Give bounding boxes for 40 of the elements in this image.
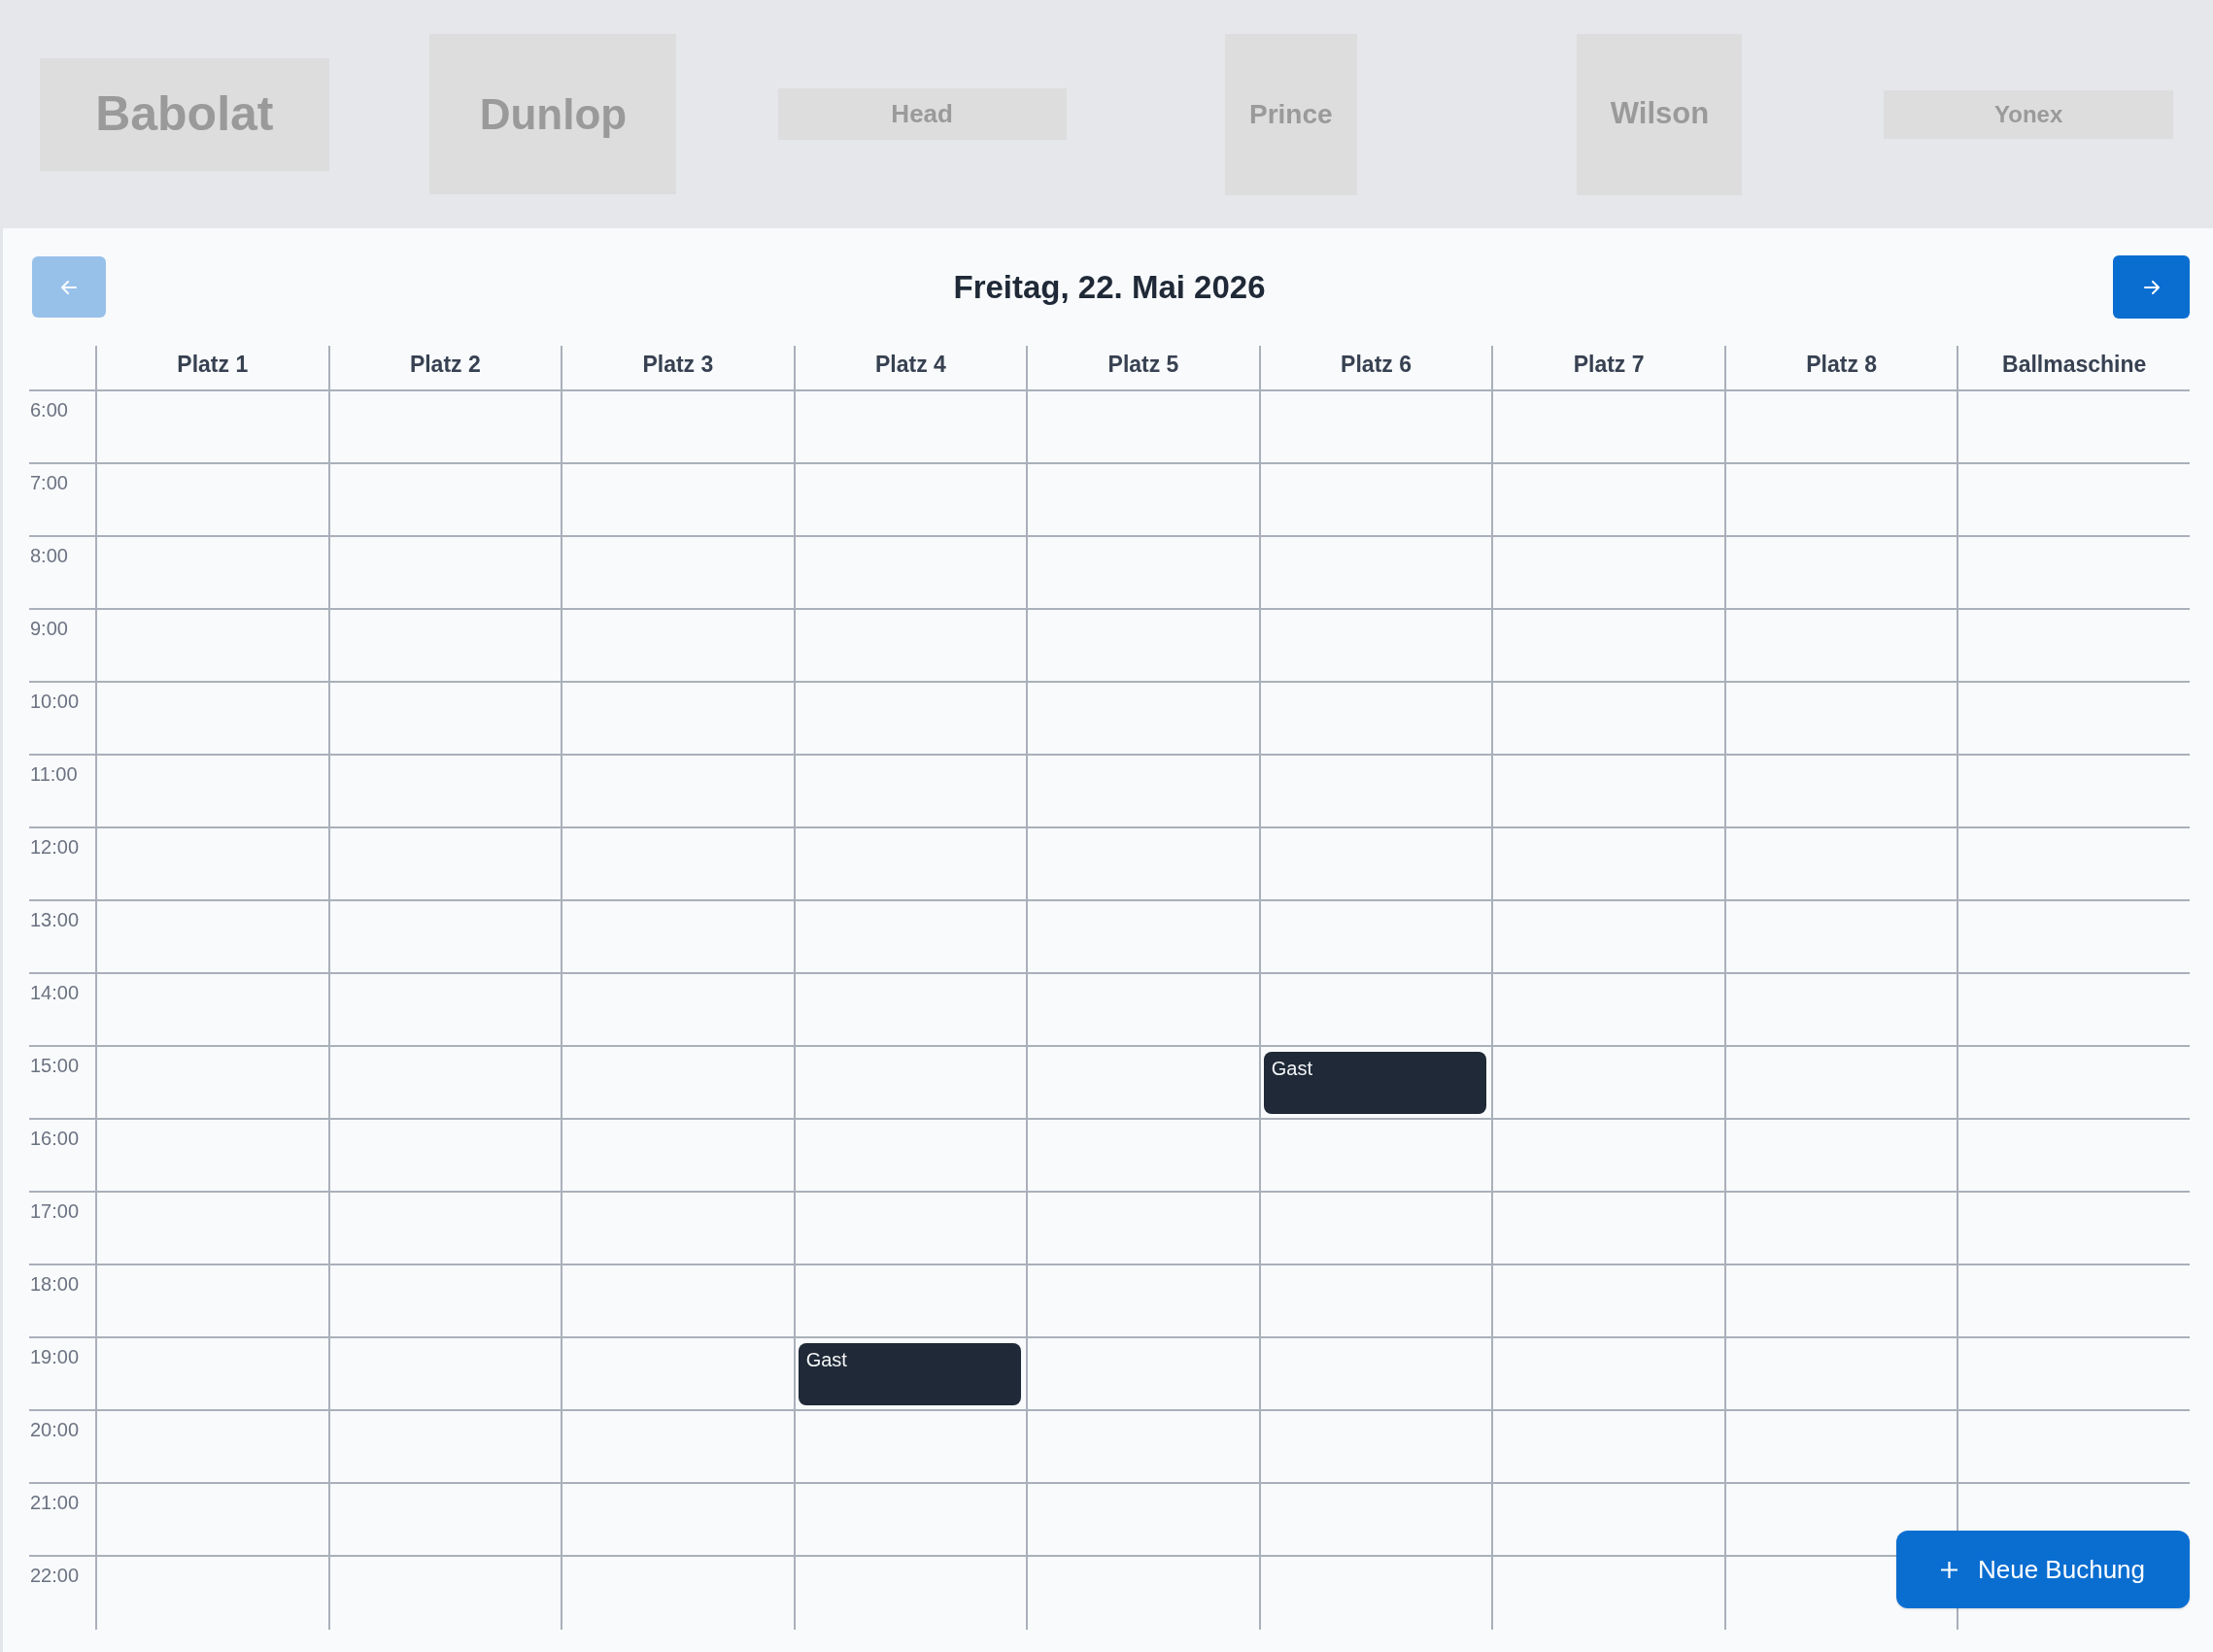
plus-icon (1941, 1561, 1958, 1578)
time-label: 19:00 (30, 1346, 80, 1367)
time-label: 9:00 (30, 618, 68, 639)
time-label: 10:00 (30, 691, 80, 712)
time-label: 20:00 (30, 1419, 80, 1440)
column-header: Platz 3 (561, 346, 794, 389)
arrow-right-icon (2143, 280, 2160, 294)
column-header: Platz 2 (327, 346, 562, 389)
time-label: 12:00 (30, 836, 80, 858)
time-label: 8:00 (30, 545, 68, 566)
booking-event[interactable]: Gast (1263, 1052, 1487, 1114)
time-label: 16:00 (30, 1128, 80, 1149)
brand-logo: Head (777, 88, 1067, 140)
column-header: Platz 8 (1723, 346, 1958, 389)
brand-logo: Yonex (1884, 89, 2174, 139)
time-label: 22:00 (30, 1565, 80, 1586)
column-header: Platz 4 (793, 346, 1027, 389)
column-header: Platz 7 (1491, 346, 1724, 389)
time-label: 11:00 (30, 763, 78, 785)
new-booking-button[interactable]: Neue Buchung (1896, 1531, 2190, 1608)
time-label: 18:00 (30, 1273, 80, 1295)
next-day-button[interactable] (2113, 255, 2190, 319)
time-label: 15:00 (30, 1055, 80, 1076)
column-header: Platz 6 (1258, 346, 1492, 389)
brand-logo: Babolat (39, 57, 329, 171)
time-label: 13:00 (30, 909, 80, 930)
brand-logo: Wilson (1577, 33, 1743, 195)
arrow-left-icon (61, 280, 77, 294)
column-header: Ballmaschine (1957, 346, 2190, 389)
time-label: 14:00 (30, 982, 80, 1003)
booking-event[interactable]: Gast (798, 1343, 1022, 1405)
time-label: 21:00 (30, 1492, 80, 1513)
time-label: 7:00 (30, 472, 68, 493)
column-header: Platz 5 (1026, 346, 1259, 389)
time-label: 17:00 (30, 1200, 80, 1222)
column-header: Platz 1 (95, 346, 328, 389)
brand-logo: Dunlop (429, 34, 677, 194)
date-title: Freitag, 22. Mai 2026 (953, 267, 1266, 307)
time-label: 6:00 (30, 399, 68, 421)
brand-logo: Prince (1224, 33, 1357, 195)
